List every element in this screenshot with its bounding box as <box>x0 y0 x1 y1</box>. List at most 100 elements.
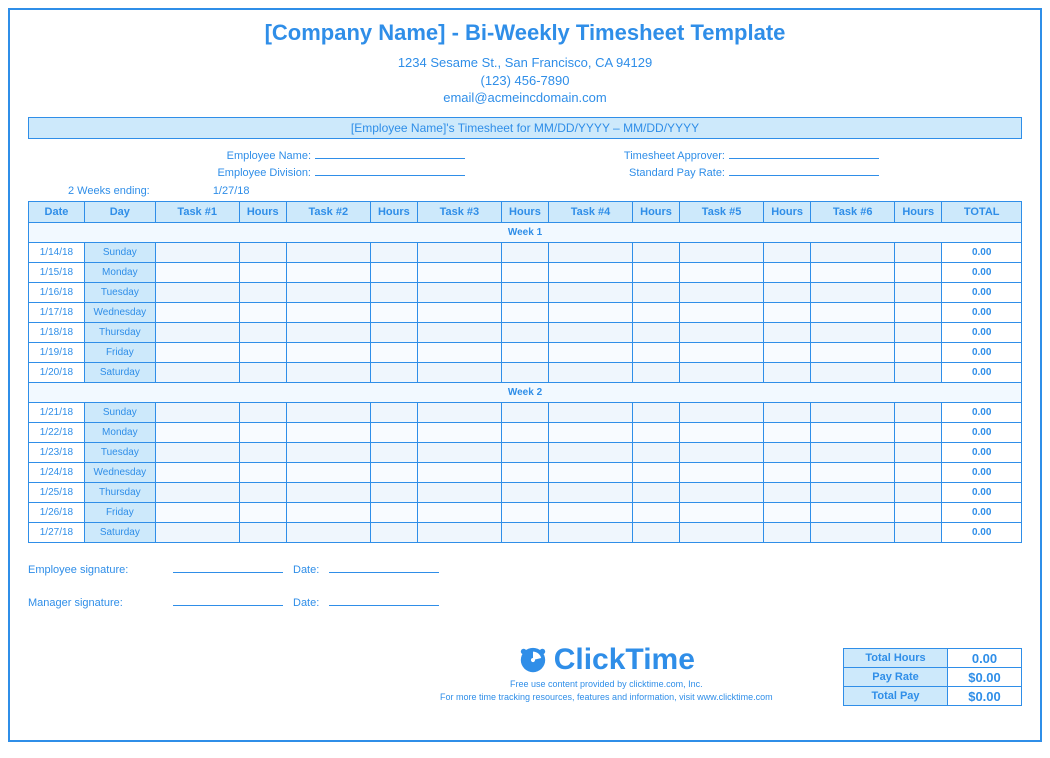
hours-cell[interactable] <box>632 262 679 282</box>
hours-cell[interactable] <box>370 362 417 382</box>
hours-cell[interactable] <box>895 282 942 302</box>
task-cell[interactable] <box>549 442 633 462</box>
task-cell[interactable] <box>811 342 895 362</box>
task-cell[interactable] <box>549 242 633 262</box>
hours-cell[interactable] <box>763 442 810 462</box>
task-cell[interactable] <box>811 242 895 262</box>
hours-cell[interactable] <box>239 262 286 282</box>
hours-cell[interactable] <box>763 462 810 482</box>
hours-cell[interactable] <box>239 502 286 522</box>
hours-cell[interactable] <box>501 322 548 342</box>
task-cell[interactable] <box>286 282 370 302</box>
task-cell[interactable] <box>680 502 764 522</box>
hours-cell[interactable] <box>501 362 548 382</box>
task-cell[interactable] <box>417 442 501 462</box>
task-cell[interactable] <box>155 402 239 422</box>
hours-cell[interactable] <box>239 402 286 422</box>
task-cell[interactable] <box>811 442 895 462</box>
hours-cell[interactable] <box>370 462 417 482</box>
task-cell[interactable] <box>680 442 764 462</box>
hours-cell[interactable] <box>632 482 679 502</box>
hours-cell[interactable] <box>763 262 810 282</box>
task-cell[interactable] <box>417 502 501 522</box>
task-cell[interactable] <box>680 482 764 502</box>
hours-cell[interactable] <box>895 262 942 282</box>
hours-cell[interactable] <box>501 302 548 322</box>
task-cell[interactable] <box>286 482 370 502</box>
task-cell[interactable] <box>680 282 764 302</box>
task-cell[interactable] <box>549 402 633 422</box>
task-cell[interactable] <box>811 362 895 382</box>
employee-division-input[interactable] <box>315 164 465 176</box>
hours-cell[interactable] <box>370 422 417 442</box>
hours-cell[interactable] <box>370 402 417 422</box>
task-cell[interactable] <box>155 302 239 322</box>
task-cell[interactable] <box>549 322 633 342</box>
hours-cell[interactable] <box>501 502 548 522</box>
task-cell[interactable] <box>680 362 764 382</box>
task-cell[interactable] <box>417 362 501 382</box>
hours-cell[interactable] <box>370 242 417 262</box>
hours-cell[interactable] <box>632 362 679 382</box>
hours-cell[interactable] <box>239 342 286 362</box>
task-cell[interactable] <box>417 262 501 282</box>
hours-cell[interactable] <box>370 342 417 362</box>
task-cell[interactable] <box>680 242 764 262</box>
manager-date-line[interactable] <box>329 594 439 606</box>
hours-cell[interactable] <box>895 342 942 362</box>
task-cell[interactable] <box>155 342 239 362</box>
hours-cell[interactable] <box>895 522 942 542</box>
hours-cell[interactable] <box>763 342 810 362</box>
hours-cell[interactable] <box>632 302 679 322</box>
task-cell[interactable] <box>549 522 633 542</box>
task-cell[interactable] <box>549 262 633 282</box>
task-cell[interactable] <box>286 522 370 542</box>
hours-cell[interactable] <box>763 482 810 502</box>
task-cell[interactable] <box>549 302 633 322</box>
task-cell[interactable] <box>811 302 895 322</box>
task-cell[interactable] <box>286 342 370 362</box>
hours-cell[interactable] <box>239 422 286 442</box>
hours-cell[interactable] <box>239 242 286 262</box>
task-cell[interactable] <box>417 322 501 342</box>
task-cell[interactable] <box>680 342 764 362</box>
hours-cell[interactable] <box>763 422 810 442</box>
task-cell[interactable] <box>155 362 239 382</box>
hours-cell[interactable] <box>501 242 548 262</box>
hours-cell[interactable] <box>763 502 810 522</box>
task-cell[interactable] <box>417 342 501 362</box>
task-cell[interactable] <box>811 522 895 542</box>
task-cell[interactable] <box>155 422 239 442</box>
task-cell[interactable] <box>286 362 370 382</box>
hours-cell[interactable] <box>632 342 679 362</box>
hours-cell[interactable] <box>895 322 942 342</box>
hours-cell[interactable] <box>501 482 548 502</box>
task-cell[interactable] <box>155 322 239 342</box>
hours-cell[interactable] <box>895 402 942 422</box>
hours-cell[interactable] <box>501 522 548 542</box>
hours-cell[interactable] <box>895 442 942 462</box>
task-cell[interactable] <box>680 322 764 342</box>
hours-cell[interactable] <box>370 442 417 462</box>
task-cell[interactable] <box>680 302 764 322</box>
hours-cell[interactable] <box>239 482 286 502</box>
hours-cell[interactable] <box>501 422 548 442</box>
hours-cell[interactable] <box>239 362 286 382</box>
hours-cell[interactable] <box>632 242 679 262</box>
task-cell[interactable] <box>155 242 239 262</box>
hours-cell[interactable] <box>239 322 286 342</box>
task-cell[interactable] <box>155 522 239 542</box>
task-cell[interactable] <box>286 302 370 322</box>
task-cell[interactable] <box>680 522 764 542</box>
hours-cell[interactable] <box>763 282 810 302</box>
task-cell[interactable] <box>417 462 501 482</box>
hours-cell[interactable] <box>895 502 942 522</box>
task-cell[interactable] <box>417 422 501 442</box>
task-cell[interactable] <box>549 342 633 362</box>
task-cell[interactable] <box>417 302 501 322</box>
task-cell[interactable] <box>155 462 239 482</box>
task-cell[interactable] <box>811 262 895 282</box>
task-cell[interactable] <box>549 482 633 502</box>
task-cell[interactable] <box>286 262 370 282</box>
task-cell[interactable] <box>811 322 895 342</box>
